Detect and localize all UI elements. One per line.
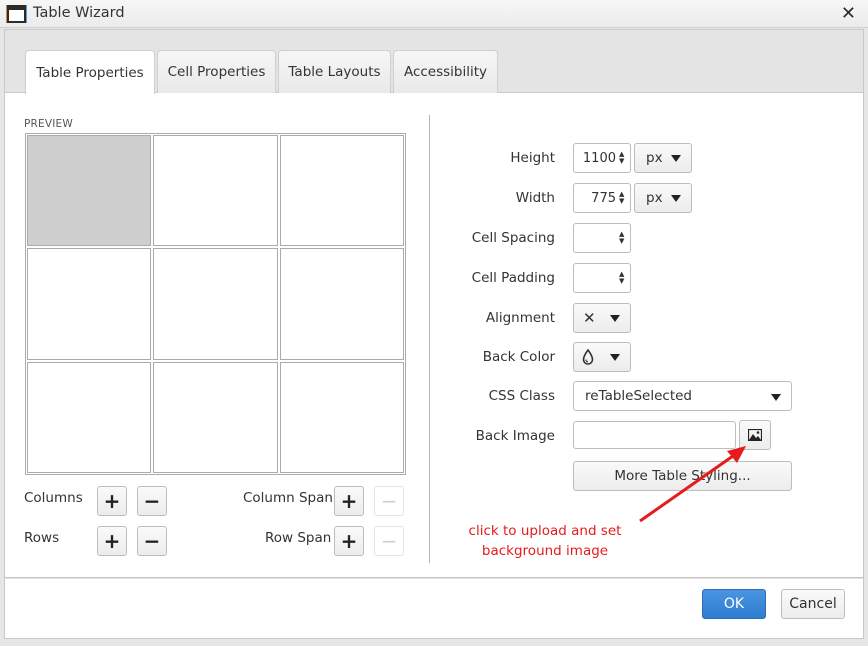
preview-label: PREVIEW — [24, 118, 73, 130]
decrease-row-span-button: − — [374, 526, 404, 556]
ok-button[interactable]: OK — [702, 589, 766, 619]
annotation-line: background image — [481, 543, 609, 559]
back-image-input[interactable] — [573, 421, 736, 449]
height-input[interactable]: 1100 ▲ ▼ — [573, 143, 631, 173]
cancel-button[interactable]: Cancel — [781, 589, 845, 619]
tab-cell-properties[interactable]: Cell Properties — [157, 50, 276, 93]
cell-padding-label: Cell Padding — [471, 270, 555, 286]
tab-content: PREVIEW Columns + − Rows + − Column Span… — [5, 93, 863, 578]
tab-table-layouts[interactable]: Table Layouts — [278, 50, 391, 93]
width-unit-dropdown[interactable]: px — [634, 183, 692, 213]
row-span-label: Row Span — [265, 530, 332, 546]
width-label: Width — [515, 190, 555, 206]
tab-table-properties[interactable]: Table Properties — [25, 50, 155, 94]
increase-row-span-button[interactable]: + — [334, 526, 364, 556]
dialog-footer: OK Cancel — [5, 579, 863, 638]
no-alignment-icon: ✕ — [583, 309, 596, 327]
tab-label: Table Layouts — [288, 64, 381, 80]
annotation-line: click to upload and set — [468, 523, 622, 539]
decrease-column-span-button: − — [374, 486, 404, 516]
back-color-dropdown[interactable] — [573, 342, 631, 372]
preview-cell[interactable] — [279, 248, 404, 360]
dialog-title: Table Wizard — [33, 5, 125, 21]
preview-cell[interactable] — [153, 248, 278, 360]
spinner-icon[interactable]: ▲ ▼ — [619, 151, 626, 165]
preview-cell[interactable] — [279, 361, 404, 473]
minus-icon: − — [143, 529, 161, 553]
cancel-label: Cancel — [789, 596, 837, 612]
spinner-icon[interactable]: ▲ ▼ — [619, 231, 626, 245]
remove-column-button[interactable]: − — [137, 486, 167, 516]
height-unit-dropdown[interactable]: px — [634, 143, 692, 173]
vertical-divider — [429, 115, 430, 563]
width-unit-value: px — [646, 190, 663, 206]
tab-label: Accessibility — [403, 64, 488, 80]
spinner-icon[interactable]: ▲ ▼ — [619, 191, 626, 205]
image-icon — [748, 429, 762, 441]
preview-cell[interactable] — [27, 361, 152, 473]
alignment-dropdown[interactable]: ✕ — [573, 303, 631, 333]
column-span-label: Column Span — [243, 490, 333, 506]
caret-down-icon — [610, 354, 620, 361]
minus-icon: − — [380, 529, 398, 553]
plus-icon: + — [340, 489, 358, 513]
height-value: 1100 — [582, 150, 616, 166]
plus-icon: + — [103, 529, 121, 553]
tab-strip: Table Properties Cell Properties Table L… — [5, 30, 863, 94]
preview-cell[interactable] — [279, 135, 404, 247]
preview-cell[interactable] — [153, 135, 278, 247]
dialog-panel: Table Properties Cell Properties Table L… — [4, 29, 864, 639]
css-class-label: CSS Class — [488, 388, 555, 404]
tab-label: Cell Properties — [167, 64, 266, 80]
css-class-value: reTableSelected — [585, 388, 692, 404]
cell-padding-input[interactable]: ▲ ▼ — [573, 263, 631, 293]
caret-down-icon — [671, 155, 681, 162]
image-manager-button[interactable] — [739, 420, 771, 450]
close-icon[interactable]: ✕ — [841, 4, 856, 24]
add-column-button[interactable]: + — [97, 486, 127, 516]
minus-icon: − — [143, 489, 161, 513]
height-label: Height — [510, 150, 555, 166]
width-value: 775 — [591, 190, 616, 206]
spinner-icon[interactable]: ▲ ▼ — [619, 271, 626, 285]
tab-label: Table Properties — [36, 64, 144, 81]
tab-accessibility[interactable]: Accessibility — [393, 50, 498, 93]
height-unit-value: px — [646, 150, 663, 166]
increase-column-span-button[interactable]: + — [334, 486, 364, 516]
back-color-label: Back Color — [482, 349, 555, 365]
more-table-styling-button[interactable]: More Table Styling... — [573, 461, 792, 491]
window-icon — [7, 5, 26, 23]
plus-icon: + — [103, 489, 121, 513]
css-class-dropdown[interactable]: reTableSelected — [573, 381, 792, 411]
alignment-label: Alignment — [485, 310, 555, 326]
drop-icon — [582, 349, 594, 365]
cell-spacing-input[interactable]: ▲ ▼ — [573, 223, 631, 253]
preview-cell[interactable] — [153, 361, 278, 473]
caret-down-icon — [671, 195, 681, 202]
title-bar: Table Wizard ✕ — [0, 0, 868, 28]
annotation-note: click to upload and set background image — [457, 521, 633, 561]
preview-cell-selected[interactable] — [27, 135, 152, 247]
ok-label: OK — [723, 596, 745, 612]
table-wizard-dialog: Table Wizard ✕ Table Properties Cell Pro… — [0, 0, 868, 646]
width-input[interactable]: 775 ▲ ▼ — [573, 183, 631, 213]
minus-icon: − — [380, 489, 398, 513]
caret-down-icon — [771, 394, 781, 401]
rows-label: Rows — [24, 530, 60, 546]
plus-icon: + — [340, 529, 358, 553]
columns-label: Columns — [24, 490, 83, 506]
caret-down-icon — [610, 315, 620, 322]
preview-grid — [25, 133, 406, 475]
remove-row-button[interactable]: − — [137, 526, 167, 556]
preview-cell[interactable] — [27, 248, 152, 360]
more-table-styling-label: More Table Styling... — [614, 468, 751, 484]
back-image-label: Back Image — [475, 428, 555, 444]
cell-spacing-label: Cell Spacing — [471, 230, 555, 246]
add-row-button[interactable]: + — [97, 526, 127, 556]
